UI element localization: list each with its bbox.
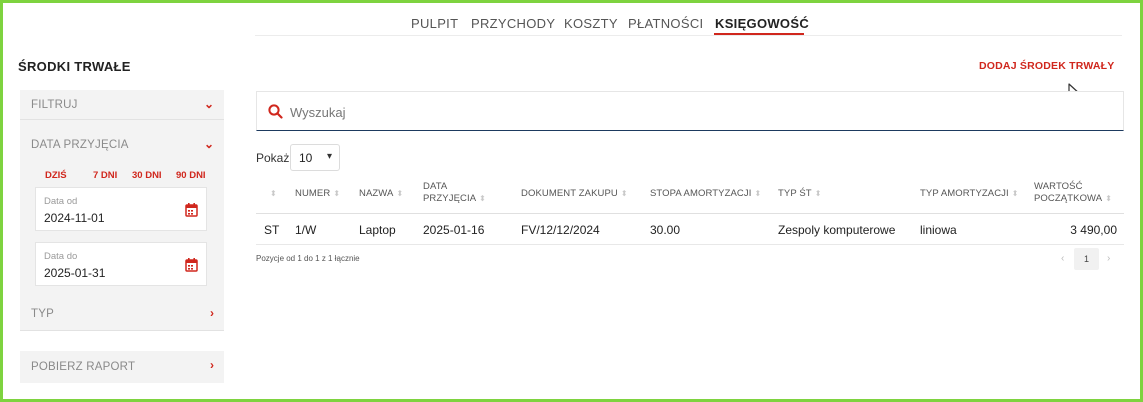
column-header-nazwa-label: NAZWA [359, 188, 394, 199]
column-header-wartosc-line2: POCZĄTKOWA [1034, 193, 1103, 204]
table-row-divider [256, 244, 1124, 245]
column-header-wartosc-poczatkowa[interactable]: WARTOŚĆ POCZĄTKOWA ⬍ [1034, 181, 1112, 205]
cell-wartosc-poczatkowa: 3 490,00 [1070, 223, 1117, 237]
chevron-down-icon: ⌄ [203, 97, 214, 111]
cell-stopa-amortyzacji: 30.00 [650, 223, 681, 237]
date-filter-label: DATA PRZYJĘCIA [31, 139, 129, 151]
pager-page-button[interactable]: 1 [1074, 248, 1099, 270]
column-header-typ-st[interactable]: TYP ŚT ⬍ [778, 188, 822, 200]
cell-nazwa: Laptop [359, 223, 396, 237]
nav-ksiegowosc[interactable]: KSIĘGOWOŚĆ [715, 16, 809, 31]
chevron-right-icon: › [210, 306, 214, 320]
column-header-dokument-zakupu[interactable]: DOKUMENT ZAKUPU ⬍ [521, 188, 628, 200]
type-filter-label: TYP [31, 308, 54, 320]
sort-icon: ⬍ [333, 189, 341, 198]
page-size-value: 10 [299, 151, 313, 165]
cell-typ-amortyzacji: liniowa [920, 223, 957, 237]
page-size-select[interactable]: 10 ▾ [290, 144, 340, 171]
chevron-down-icon: ▾ [326, 151, 332, 162]
quick-7-days-button[interactable]: 7 DNI [93, 170, 117, 181]
sort-icon: ⬍ [396, 189, 404, 198]
column-header-typ-amortyzacji[interactable]: TYP AMORTYZACJI ⬍ [920, 188, 1019, 200]
add-fixed-asset-button[interactable]: DODAJ ŚRODEK TRWAŁY [979, 60, 1114, 72]
download-report-label: POBIERZ RAPORT [31, 361, 136, 373]
quick-30-days-button[interactable]: 30 DNI [132, 170, 162, 181]
cell-type-code: ST [264, 223, 280, 237]
filter-toggle[interactable]: FILTRUJ ⌄ [20, 90, 224, 120]
date-from-label: Data od [44, 196, 78, 207]
column-header-nazwa[interactable]: NAZWA ⬍ [359, 188, 403, 200]
date-from-field[interactable]: Data od 2024-11-01 [35, 187, 207, 231]
cell-typ-st: Zespoly komputerowe [778, 223, 896, 237]
calendar-icon[interactable] [185, 258, 198, 272]
search-icon [268, 104, 283, 119]
column-header-wartosc-line1: WARTOŚĆ [1034, 181, 1083, 192]
nav-pulpit[interactable]: PULPIT [411, 16, 458, 31]
date-to-value: 2025-01-31 [44, 266, 106, 280]
chevron-right-icon: › [210, 358, 214, 372]
column-header-numer[interactable]: NUMER ⬍ [295, 188, 340, 200]
date-from-value: 2024-11-01 [44, 211, 105, 225]
search-input[interactable] [290, 102, 990, 122]
sort-icon: ⬍ [754, 189, 762, 198]
column-header-dokument-zakupu-label: DOKUMENT ZAKUPU [521, 188, 618, 199]
sort-icon: ⬍ [1011, 189, 1019, 198]
search-bar[interactable] [256, 91, 1124, 131]
nav-koszty[interactable]: KOSZTY [564, 16, 618, 31]
cell-data-przyjecia: 2025-01-16 [423, 223, 485, 237]
sort-icon: ⬍ [270, 189, 277, 198]
column-header-numer-label: NUMER [295, 188, 331, 199]
table-info: Pozycje od 1 do 1 z 1 łącznie [256, 254, 360, 263]
nav-przychody[interactable]: PRZYCHODY [471, 16, 555, 31]
column-header-type-code[interactable]: ⬍ [267, 188, 277, 200]
calendar-icon[interactable] [185, 203, 198, 217]
top-nav: PULPIT PRZYCHODY KOSZTY PŁATNOŚCI KSIĘGO… [3, 3, 1140, 37]
sort-icon: ⬍ [1105, 194, 1113, 203]
quick-90-days-button[interactable]: 90 DNI [176, 170, 206, 181]
date-filter-toggle[interactable]: DATA PRZYJĘCIA ⌄ [20, 130, 224, 160]
quick-today-button[interactable]: DZIŚ [45, 170, 67, 181]
chevron-down-icon: ⌄ [203, 137, 214, 151]
nav-divider [255, 35, 1122, 36]
column-header-data-przyjecia-line2: PRZYJĘCIA [423, 193, 477, 204]
column-header-stopa-amortyzacji-label: STOPA AMORTYZACJI [650, 188, 752, 199]
page-title: ŚRODKI TRWAŁE [18, 59, 131, 74]
column-header-data-przyjecia-line1: DATA [423, 181, 448, 192]
column-header-stopa-amortyzacji[interactable]: STOPA AMORTYZACJI ⬍ [650, 188, 761, 200]
pager-next-button[interactable]: › [1107, 253, 1110, 264]
type-filter-toggle[interactable]: TYP › [20, 297, 224, 331]
sort-icon: ⬍ [479, 194, 486, 203]
column-header-typ-amortyzacji-label: TYP AMORTYZACJI [920, 188, 1009, 199]
cell-dokument-zakupu: FV/12/12/2024 [521, 223, 600, 237]
sort-icon: ⬍ [620, 189, 628, 198]
download-report-toggle[interactable]: POBIERZ RAPORT › [20, 351, 224, 383]
app-frame: PULPIT PRZYCHODY KOSZTY PŁATNOŚCI KSIĘGO… [3, 3, 1140, 399]
page-size-label: Pokaż [256, 151, 290, 165]
sort-icon: ⬍ [814, 189, 822, 198]
filter-sidebar: FILTRUJ ⌄ DATA PRZYJĘCIA ⌄ DZIŚ 7 DNI 30… [20, 90, 224, 331]
date-to-field[interactable]: Data do 2025-01-31 [35, 242, 207, 286]
column-header-data-przyjecia[interactable]: DATA PRZYJĘCIA ⬍ [423, 181, 486, 205]
date-to-label: Data do [44, 251, 78, 262]
filter-label: FILTRUJ [31, 99, 78, 111]
column-header-typ-st-label: TYP ŚT [778, 188, 812, 199]
pager-prev-button[interactable]: ‹ [1061, 253, 1064, 264]
table-header-divider [256, 213, 1124, 214]
nav-platnosci[interactable]: PŁATNOŚCI [628, 16, 703, 31]
cell-numer: 1/W [295, 223, 317, 237]
